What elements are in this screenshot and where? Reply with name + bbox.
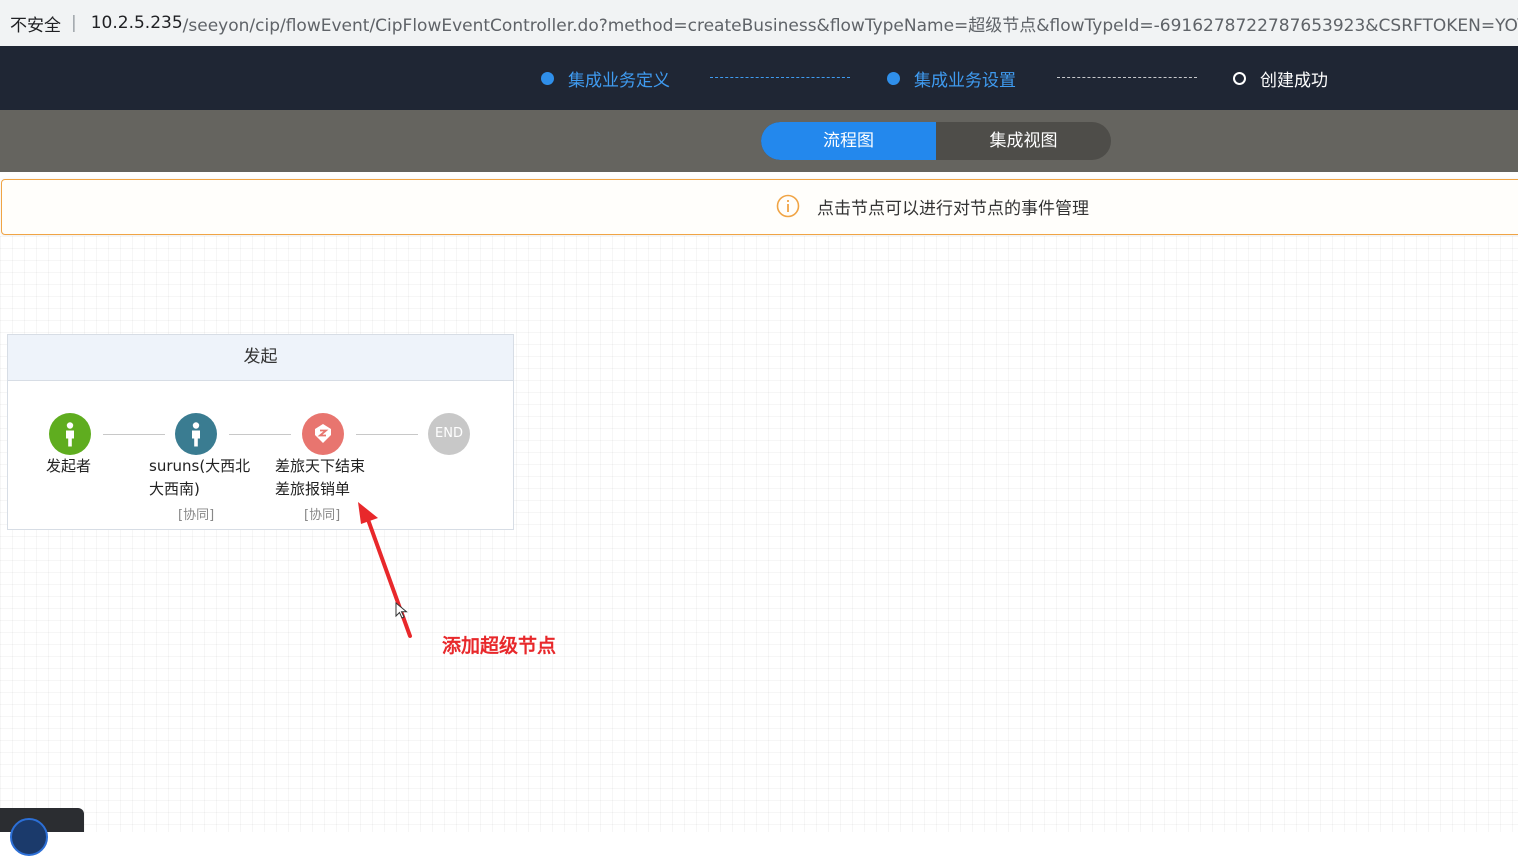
view-switch: 流程图 集成视图 bbox=[761, 122, 1111, 160]
notice-text: 点击节点可以进行对节点的事件管理 bbox=[817, 199, 1089, 219]
person-icon bbox=[66, 422, 74, 447]
mouse-cursor-icon bbox=[395, 602, 408, 619]
app-orb-icon[interactable] bbox=[10, 818, 48, 856]
address-bar[interactable]: 不安全 | 10.2.5.235/seeyon/cip/flowEvent/Ci… bbox=[0, 0, 1518, 47]
view-switch-band: 流程图 集成视图 bbox=[0, 110, 1518, 172]
node-super-node[interactable] bbox=[302, 413, 344, 455]
step-business-settings[interactable]: 集成业务设置 bbox=[887, 46, 1016, 110]
person-icon bbox=[192, 422, 200, 447]
annotation-text: 添加超级节点 bbox=[442, 635, 557, 657]
node-label-line2: 差旅报销单 bbox=[275, 480, 351, 498]
flow-lane: 发起 发起者 suruns(大西北 大西南) [协同] 差旅天下结束 差旅报销单… bbox=[7, 334, 514, 530]
step-connector bbox=[710, 77, 850, 78]
step-pending-dot-icon bbox=[1233, 71, 1246, 85]
node-tag: [协同] bbox=[304, 508, 341, 523]
annotation-arrow-icon bbox=[358, 502, 412, 638]
info-notice: 点击节点可以进行对节点的事件管理 bbox=[1, 179, 1518, 235]
flow-link bbox=[229, 434, 291, 435]
node-label-line2: 大西南) bbox=[149, 480, 200, 498]
step-business-definition[interactable]: 集成业务定义 bbox=[541, 46, 670, 110]
tab-integration-view[interactable]: 集成视图 bbox=[936, 122, 1111, 160]
step-connector bbox=[1057, 77, 1197, 78]
step-progress-bar: 集成业务定义 集成业务设置 创建成功 bbox=[0, 46, 1518, 110]
node-end[interactable]: END bbox=[428, 413, 470, 455]
node-label: 发起者 bbox=[46, 457, 92, 475]
node-label: 差旅天下结束 bbox=[275, 457, 366, 475]
tab-flowchart[interactable]: 流程图 bbox=[761, 122, 936, 160]
info-icon bbox=[776, 194, 800, 218]
node-tag: [协同] bbox=[178, 508, 215, 523]
url-host: 10.2.5.235 bbox=[90, 13, 183, 33]
super-node-icon bbox=[315, 424, 331, 443]
step-current-dot-icon bbox=[887, 71, 900, 85]
url-path: /seeyon/cip/flowEvent/CipFlowEventContro… bbox=[182, 15, 1518, 36]
step-label: 集成业务设置 bbox=[914, 70, 1016, 91]
flow-link bbox=[356, 434, 418, 435]
flow-canvas[interactable]: 发起 发起者 suruns(大西北 大西南) [协同] 差旅天下结束 差旅报销单… bbox=[0, 236, 1518, 832]
security-label[interactable]: 不安全 bbox=[10, 11, 61, 36]
step-created[interactable]: 创建成功 bbox=[1233, 46, 1328, 110]
step-label: 集成业务定义 bbox=[568, 70, 670, 91]
node-label: suruns(大西北 bbox=[149, 457, 251, 475]
step-label: 创建成功 bbox=[1260, 70, 1328, 91]
lane-title: 发起 bbox=[8, 335, 513, 381]
address-separator: | bbox=[71, 13, 77, 33]
taskbar-corner[interactable] bbox=[0, 808, 84, 856]
node-suruns[interactable] bbox=[175, 413, 217, 455]
flow-link bbox=[103, 434, 165, 435]
step-done-dot-icon bbox=[541, 71, 554, 85]
node-initiator[interactable] bbox=[49, 413, 91, 455]
